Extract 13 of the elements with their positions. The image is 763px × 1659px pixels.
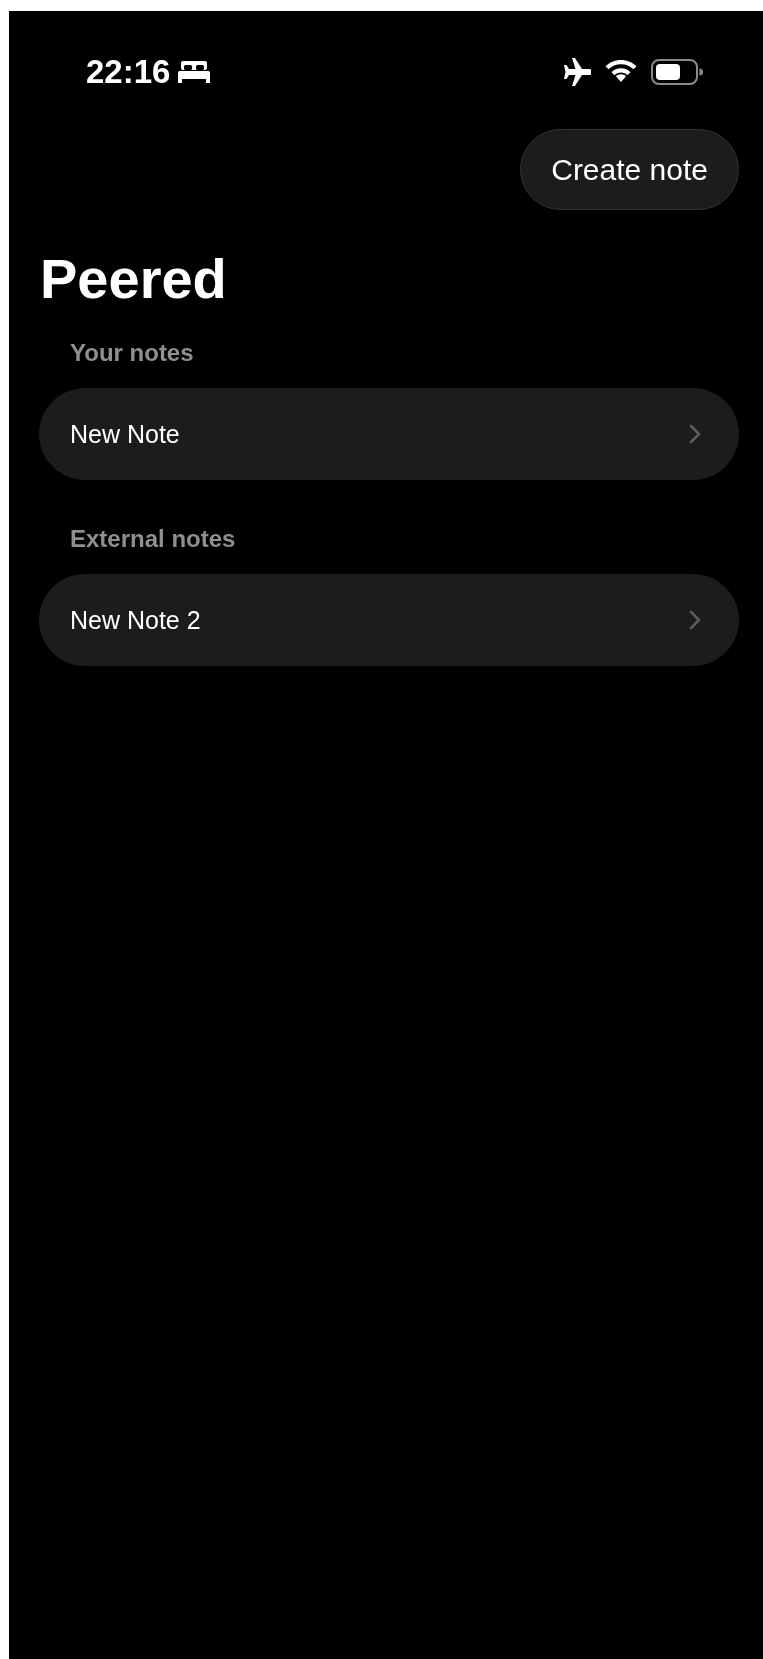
- page-title: Peered: [40, 246, 228, 312]
- wifi-icon: [605, 60, 637, 84]
- airplane-icon: [561, 58, 591, 86]
- note-row[interactable]: New Note 2: [39, 574, 739, 666]
- status-time: 22:16: [86, 53, 171, 91]
- chevron-icon: [689, 610, 701, 630]
- section-heading: Your notes: [69, 338, 195, 368]
- create-note-button[interactable]: Create note: [520, 129, 739, 210]
- battery-icon: [651, 59, 703, 85]
- note-row[interactable]: New Note: [39, 388, 739, 480]
- bed-icon: [178, 61, 211, 83]
- chevron-icon: [689, 424, 701, 444]
- section-heading: External notes: [69, 524, 237, 554]
